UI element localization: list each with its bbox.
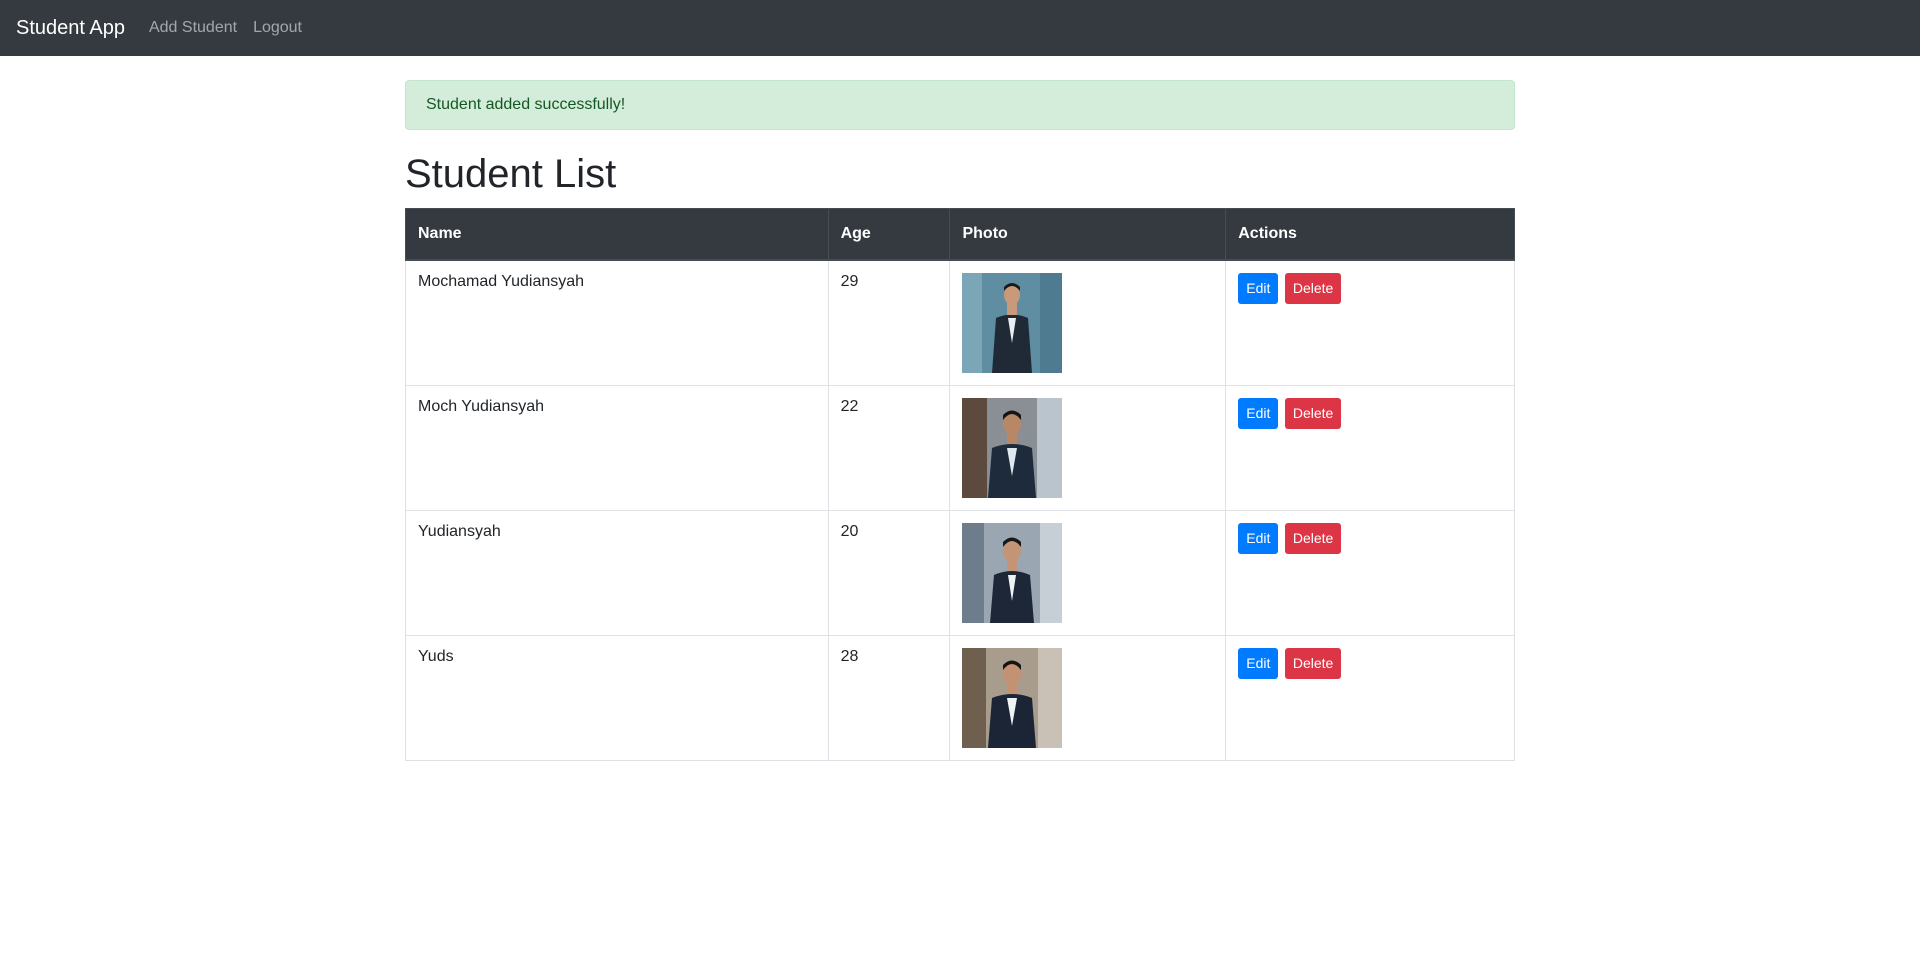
student-photo (962, 272, 1063, 373)
cell-name: Moch Yudiansyah (405, 384, 829, 511)
cell-actions: Edit Delete (1225, 259, 1515, 386)
edit-button[interactable]: Edit (1238, 397, 1279, 429)
edit-button[interactable]: Edit (1238, 647, 1279, 679)
cell-name: Mochamad Yudiansyah (405, 259, 829, 386)
alert-message: Student added successfully! (426, 96, 626, 113)
cell-name: Yuds (405, 634, 829, 761)
header-name: Name (405, 208, 829, 261)
delete-button[interactable]: Delete (1284, 397, 1342, 429)
cell-name: Yudiansyah (405, 509, 829, 636)
cell-photo (949, 259, 1227, 386)
student-photo (962, 397, 1063, 498)
table-row: Mochamad Yudiansyah 29 Edit Delete (405, 259, 1515, 386)
header-actions: Actions (1225, 208, 1515, 261)
delete-button[interactable]: Delete (1284, 647, 1342, 679)
edit-button[interactable]: Edit (1238, 522, 1279, 554)
table-header-row: Name Age Photo Actions (405, 208, 1515, 261)
main-container: Student added successfully! Student List… (405, 56, 1515, 761)
cell-photo (949, 634, 1227, 761)
header-age: Age (827, 208, 951, 261)
header-photo: Photo (949, 208, 1227, 261)
edit-button[interactable]: Edit (1238, 272, 1279, 304)
student-photo (962, 522, 1063, 623)
delete-button[interactable]: Delete (1284, 272, 1342, 304)
delete-button[interactable]: Delete (1284, 522, 1342, 554)
success-alert: Student added successfully! (405, 80, 1515, 130)
brand-link[interactable]: Student App (16, 17, 125, 40)
cell-photo (949, 384, 1227, 511)
cell-age: 29 (827, 259, 951, 386)
cell-photo (949, 509, 1227, 636)
cell-actions: Edit Delete (1225, 384, 1515, 511)
cell-actions: Edit Delete (1225, 634, 1515, 761)
table-row: Yuds 28 Edit Delete (405, 634, 1515, 761)
cell-actions: Edit Delete (1225, 509, 1515, 636)
student-photo (962, 647, 1063, 748)
page-title: Student List (405, 152, 617, 196)
nav-link-logout[interactable]: Logout (253, 19, 302, 37)
cell-age: 28 (827, 634, 951, 761)
navbar: Student App Add Student Logout (0, 0, 1920, 56)
table-row: Yudiansyah 20 Edit Delete (405, 509, 1515, 636)
nav-link-add-student[interactable]: Add Student (149, 19, 237, 37)
table-row: Moch Yudiansyah 22 Edit Delete (405, 384, 1515, 511)
cell-age: 20 (827, 509, 951, 636)
cell-age: 22 (827, 384, 951, 511)
student-table: Name Age Photo Actions Mochamad Yudiansy… (405, 208, 1515, 761)
